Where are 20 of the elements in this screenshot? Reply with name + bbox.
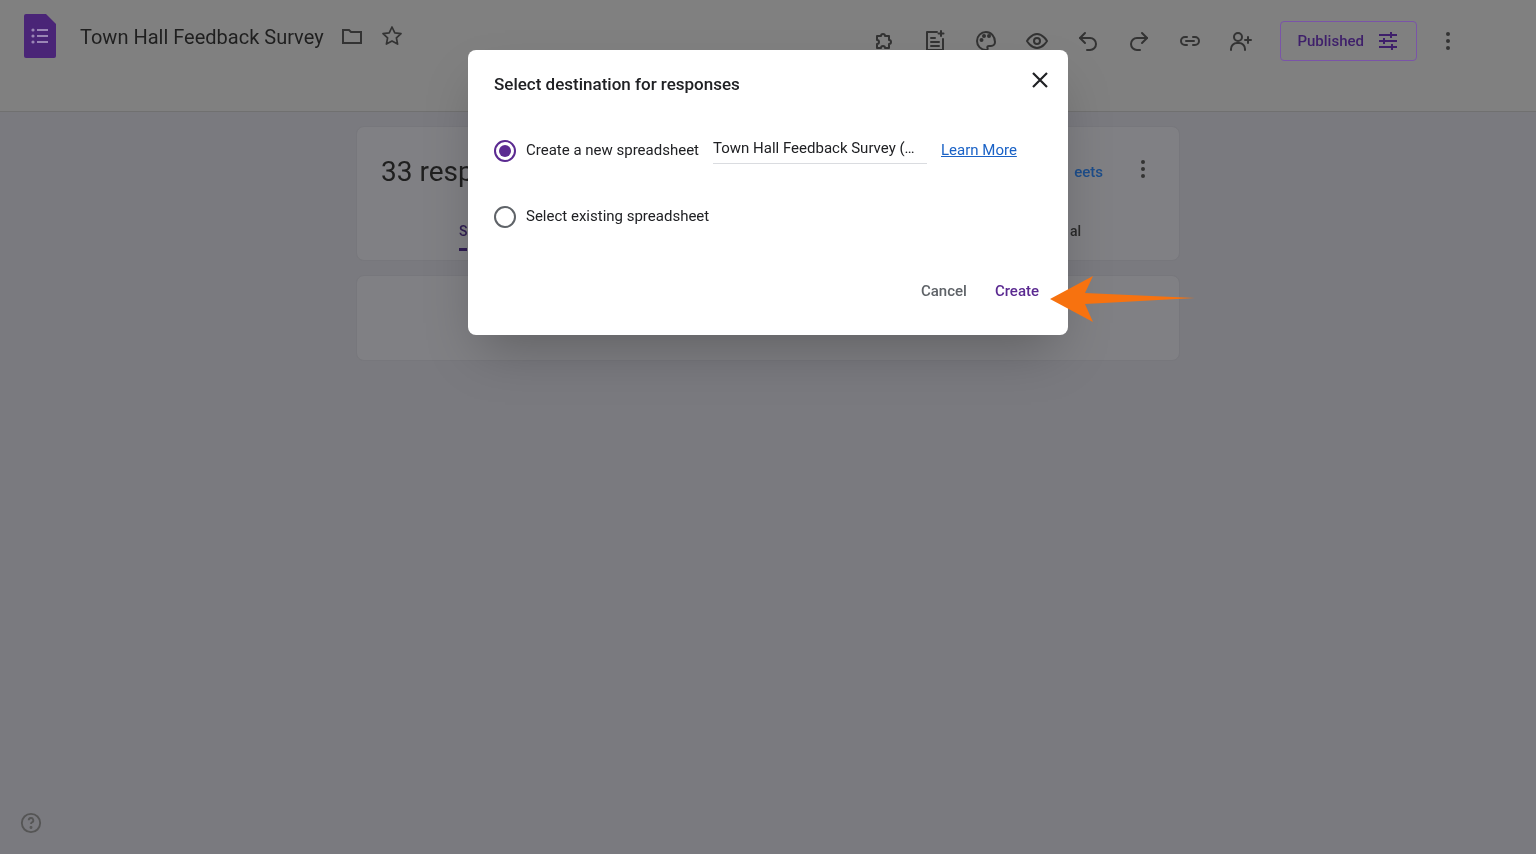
radio-label[interactable]: Select existing spreadsheet xyxy=(526,205,710,228)
radio-button[interactable] xyxy=(494,205,516,228)
learn-more-link[interactable]: Learn More xyxy=(941,139,1017,162)
star-icon[interactable] xyxy=(379,24,404,48)
forms-logo-icon[interactable] xyxy=(24,14,56,58)
dialog-title: Select destination for responses xyxy=(494,73,740,96)
radio-label[interactable]: Create a new spreadsheet xyxy=(526,139,699,162)
help-icon[interactable] xyxy=(20,812,42,834)
more-options-icon[interactable] xyxy=(1139,157,1147,181)
more-options-icon[interactable] xyxy=(1444,29,1452,53)
response-tab[interactable]: al xyxy=(1069,221,1081,251)
document-title[interactable]: Town Hall Feedback Survey xyxy=(80,22,324,52)
create-button[interactable]: Create xyxy=(981,273,1052,310)
add-person-icon[interactable] xyxy=(1229,29,1254,53)
radio-button[interactable] xyxy=(494,139,516,162)
palette-icon[interactable] xyxy=(974,29,999,53)
published-button[interactable]: Published xyxy=(1280,21,1417,61)
sliders-icon xyxy=(1376,29,1400,53)
cancel-button[interactable]: Cancel xyxy=(907,273,980,310)
spreadsheet-name-field[interactable]: Town Hall Feedback Survey (… xyxy=(713,136,927,165)
